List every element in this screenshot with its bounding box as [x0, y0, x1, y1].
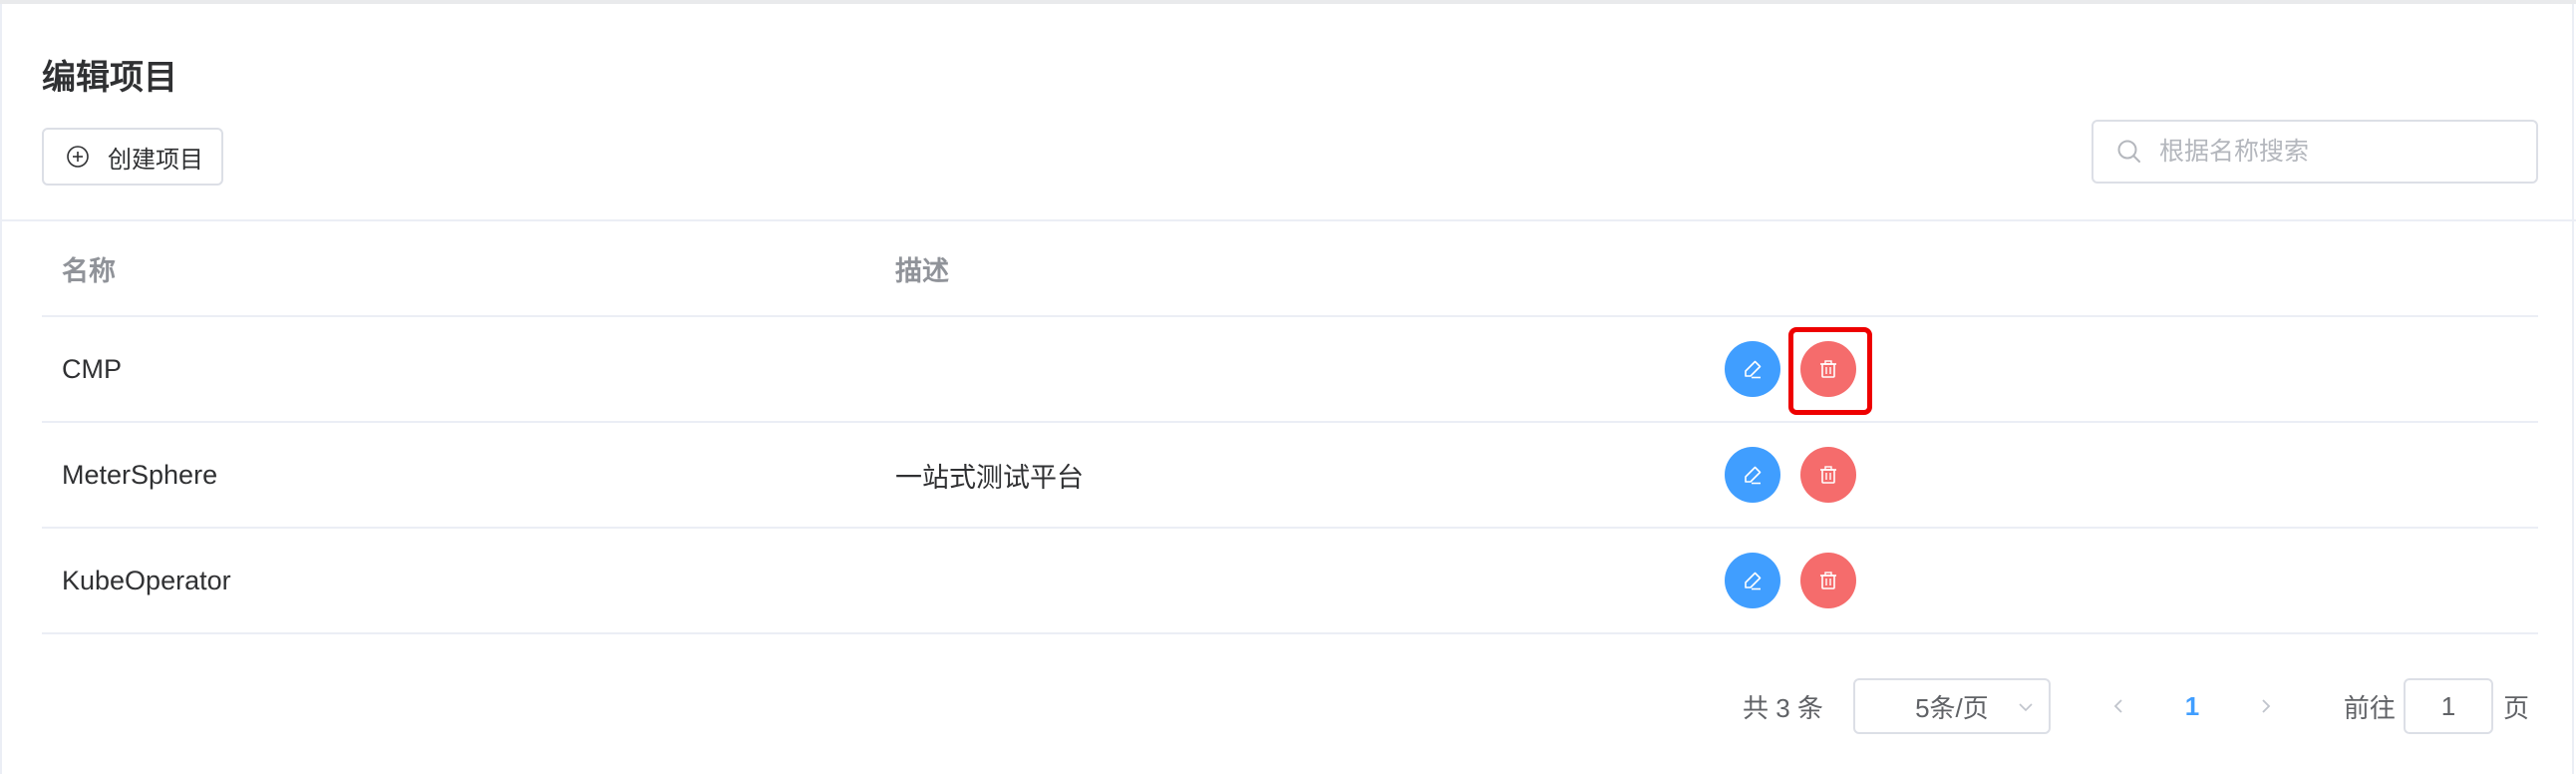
next-page-button[interactable]: [2238, 678, 2294, 734]
search-input[interactable]: [2157, 136, 2520, 168]
pagination: 共 3 条 5条/页 1 前往 页: [1743, 678, 2529, 734]
table-row: KubeOperator: [42, 529, 2538, 634]
page-title: 编辑项目: [42, 59, 177, 97]
goto-label: 前往: [2343, 692, 2396, 723]
trash-icon: [1820, 360, 1836, 378]
delete-button-wrapper: [1788, 327, 1872, 415]
edit-icon: [1745, 572, 1762, 590]
prev-page-button[interactable]: [2091, 678, 2146, 734]
create-project-label: 创建项目: [108, 146, 203, 174]
total-count: 共 3 条: [1743, 692, 1823, 723]
edit-button[interactable]: [1725, 447, 1780, 503]
projects-table: 名称 描述 CMP MeterSphere 一站式测试平台 KubeOperat…: [42, 221, 2538, 634]
chevron-down-icon: [2019, 703, 2033, 712]
column-header-name: 名称: [62, 255, 116, 286]
row-actions: [1725, 423, 1856, 527]
search-icon: [2115, 138, 2143, 166]
project-name: CMP: [62, 353, 122, 384]
page-size-value: 5条/页: [1915, 692, 1989, 723]
edit-button[interactable]: [1725, 553, 1780, 608]
trash-icon: [1820, 466, 1836, 484]
delete-button[interactable]: [1800, 341, 1856, 397]
table-header-row: 名称 描述: [42, 221, 2538, 317]
edit-icon: [1745, 466, 1762, 485]
trash-icon: [1820, 572, 1836, 589]
page-unit-label: 页: [2502, 692, 2529, 723]
page-number-current[interactable]: 1: [2162, 691, 2222, 722]
row-actions: [1725, 529, 1856, 632]
project-name: KubeOperator: [62, 565, 231, 595]
project-description: 一站式测试平台: [895, 462, 1084, 493]
goto-page-input[interactable]: [2403, 678, 2493, 734]
table-row: MeterSphere 一站式测试平台: [42, 423, 2538, 529]
delete-button[interactable]: [1800, 553, 1856, 608]
plus-circle-icon: [66, 145, 90, 169]
page-size-select[interactable]: 5条/页: [1852, 678, 2051, 734]
edit-icon: [1745, 360, 1762, 379]
search-box[interactable]: [2092, 120, 2538, 184]
edit-button[interactable]: [1725, 341, 1780, 397]
create-project-button[interactable]: 创建项目: [42, 128, 223, 186]
project-name: MeterSphere: [62, 459, 218, 490]
table-row: CMP: [42, 317, 2538, 423]
chevron-left-icon: [2113, 699, 2122, 713]
row-actions: [1725, 317, 1872, 421]
chevron-right-icon: [2262, 699, 2271, 713]
column-header-description: 描述: [895, 255, 949, 286]
delete-button[interactable]: [1800, 447, 1856, 503]
